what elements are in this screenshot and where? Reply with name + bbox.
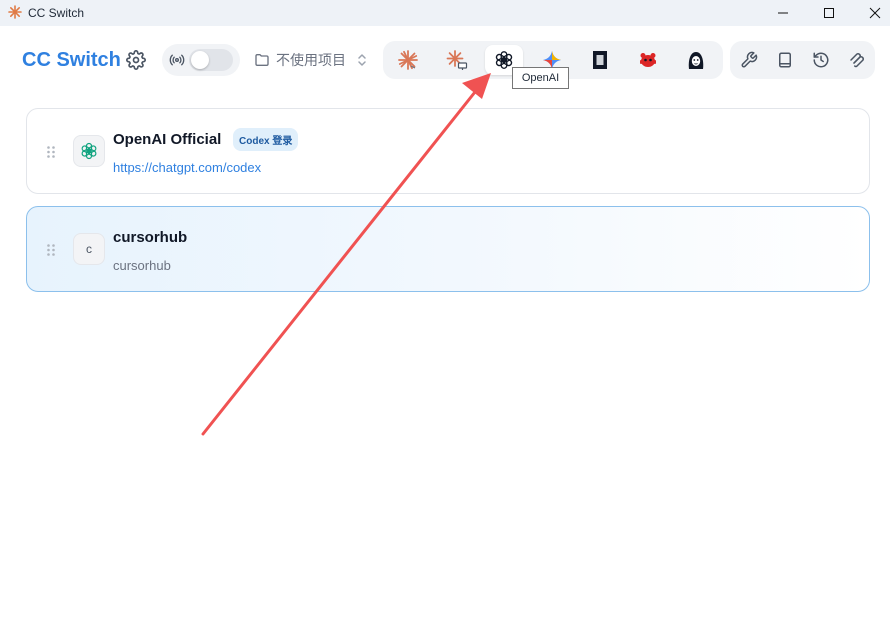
window-title: CC Switch <box>28 6 85 20</box>
tools-button[interactable] <box>738 49 760 71</box>
annotation-arrow <box>201 73 491 436</box>
claude-desktop-icon <box>446 50 468 70</box>
chevron-up-down-icon <box>358 54 366 66</box>
mcp-icon <box>850 53 864 68</box>
minimize-icon <box>778 12 788 14</box>
provider-subtitle: cursorhub <box>113 258 171 273</box>
broadcast-icon <box>169 54 185 66</box>
provider-name: OpenAI Official <box>113 131 222 148</box>
red-bot-icon <box>640 53 656 67</box>
title-bar: CC Switch <box>0 0 890 26</box>
drag-handle-icon[interactable] <box>46 243 56 257</box>
openai-icon <box>81 142 97 160</box>
app-red-bot-button[interactable] <box>629 45 667 75</box>
prompts-button[interactable] <box>774 49 796 71</box>
cc-switch-logo-icon <box>8 5 22 19</box>
provider-card[interactable]: OpenAI Official Codex 登录 https://chatgpt… <box>26 108 870 194</box>
drag-handle-icon[interactable] <box>46 145 56 159</box>
settings-gear-icon[interactable] <box>126 50 146 70</box>
tool-bar <box>730 41 875 79</box>
toggle-knob <box>191 51 209 69</box>
project-label: 不使用项目 <box>276 52 346 68</box>
project-selector[interactable]: 不使用项目 <box>254 50 368 70</box>
history-icon <box>813 52 829 68</box>
book-icon <box>779 52 791 68</box>
app-opencode-button[interactable] <box>581 45 619 75</box>
claude-code-icon <box>398 50 418 70</box>
provider-link[interactable]: https://chatgpt.com/codex <box>113 160 261 175</box>
maximize-button[interactable] <box>806 0 852 26</box>
close-button[interactable] <box>852 0 890 26</box>
app-claude-desktop-button[interactable] <box>438 45 476 75</box>
app-claude-code-button[interactable] <box>389 45 427 75</box>
close-icon <box>869 7 881 19</box>
minimize-button[interactable] <box>760 0 806 26</box>
folder-icon <box>255 54 269 66</box>
provider-card-active[interactable]: c cursorhub cursorhub <box>26 206 870 292</box>
proxy-toggle[interactable] <box>189 49 233 71</box>
proxy-toggle-group <box>162 44 240 76</box>
wrench-icon <box>741 51 758 68</box>
provider-badge: Codex 登录 <box>233 128 299 151</box>
app-qwen-button[interactable] <box>677 45 715 75</box>
mcp-button[interactable] <box>846 49 868 71</box>
opencode-icon <box>593 51 607 69</box>
provider-name: cursorhub <box>113 229 188 246</box>
qwen-icon <box>688 52 704 69</box>
history-button[interactable] <box>810 49 832 71</box>
openai-tooltip: OpenAI <box>512 67 569 89</box>
maximize-icon <box>824 8 834 18</box>
app-brand: CC Switch <box>22 49 121 71</box>
provider-logo: c <box>73 233 105 265</box>
provider-logo <box>73 135 105 167</box>
provider-logo-letter: c <box>86 242 92 256</box>
